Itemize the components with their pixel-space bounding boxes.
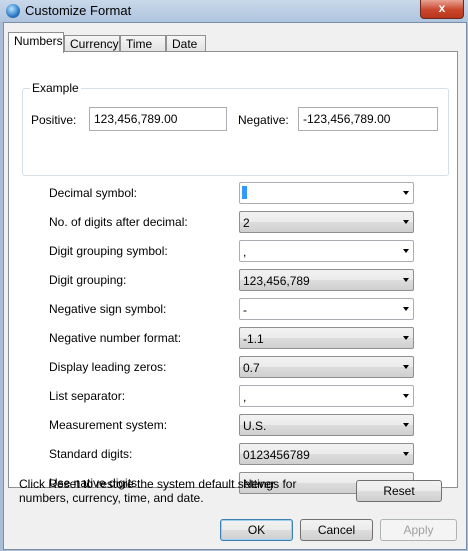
ok-button[interactable]: OK [220,519,293,541]
reset-note-line-1: Click Reset to restore the system defaul… [19,477,297,491]
example-group-label: Example [30,81,81,95]
negative-sign-symbol-label: Negative sign symbol: [49,302,167,316]
digit-grouping-label: Digit grouping: [49,273,127,287]
decimal-symbol-combo[interactable]: . [239,182,414,204]
negative-sign-symbol-value: - [243,303,247,317]
tab-numbers[interactable]: Numbers [8,32,64,53]
digit-grouping-symbol-value: , [243,245,247,259]
window-title: Customize Format [25,3,132,18]
digit-grouping-symbol-combo[interactable]: , [239,240,414,262]
tab-time[interactable]: Time [120,35,166,52]
tab-currency[interactable]: Currency [64,35,120,52]
apply-button[interactable]: Apply [380,519,457,541]
list-separator-label: List separator: [49,389,126,403]
negative-number-format-select[interactable]: -1.1 [239,327,414,349]
leading-zeros-value: 0.7 [243,361,260,375]
dialog-body: Numbers Currency Time Date Example Posit… [3,22,467,550]
reset-note-line-2: numbers, currency, time, and date. [19,491,204,505]
positive-example-value: 123,456,789.00 [89,107,227,131]
negative-number-format-label: Negative number format: [49,331,182,345]
selection-highlight [242,186,247,199]
globe-icon [6,4,20,18]
numbers-panel: Example Positive: 123,456,789.00 Negativ… [8,51,458,494]
measurement-system-select[interactable]: U.S. [239,414,414,436]
chevron-down-icon [403,249,409,253]
chevron-down-icon [403,394,409,398]
measurement-system-value: U.S. [243,419,267,433]
close-button[interactable]: x [420,0,464,19]
digit-grouping-symbol-label: Digit grouping symbol: [49,244,168,258]
decimal-symbol-label: Decimal symbol: [49,186,138,200]
digit-grouping-select[interactable]: 123,456,789 [239,269,414,291]
chevron-down-icon [403,365,409,369]
title-bar: Customize Format x [0,0,468,22]
chevron-down-icon [403,423,409,427]
chevron-down-icon [403,452,409,456]
negative-sign-symbol-combo[interactable]: - [239,298,414,320]
digit-grouping-value: 123,456,789 [243,274,310,288]
cancel-button[interactable]: Cancel [300,519,373,541]
digits-after-decimal-value: 2 [243,216,250,230]
tab-date[interactable]: Date [166,35,206,52]
standard-digits-label: Standard digits: [49,447,133,461]
reset-button[interactable]: Reset [356,480,442,502]
chevron-down-icon [403,336,409,340]
negative-example-value: -123,456,789.00 [298,107,438,131]
chevron-down-icon [403,220,409,224]
measurement-system-label: Measurement system: [49,418,168,432]
chevron-down-icon [403,278,409,282]
digits-after-decimal-select[interactable]: 2 [239,211,414,233]
example-group: Example Positive: 123,456,789.00 Negativ… [22,81,449,176]
chevron-down-icon [403,191,409,195]
positive-label: Positive: [31,113,77,127]
chevron-down-icon [403,307,409,311]
negative-number-format-value: -1.1 [243,332,264,346]
reset-note: Click Reset to restore the system defaul… [19,477,296,505]
standard-digits-select[interactable]: 0123456789 [239,443,414,465]
negative-label: Negative: [238,113,289,127]
digits-after-decimal-label: No. of digits after decimal: [49,215,188,229]
leading-zeros-select[interactable]: 0.7 [239,356,414,378]
standard-digits-value: 0123456789 [243,448,310,462]
list-separator-value: , [243,390,247,404]
leading-zeros-label: Display leading zeros: [49,360,167,374]
list-separator-combo[interactable]: , [239,385,414,407]
